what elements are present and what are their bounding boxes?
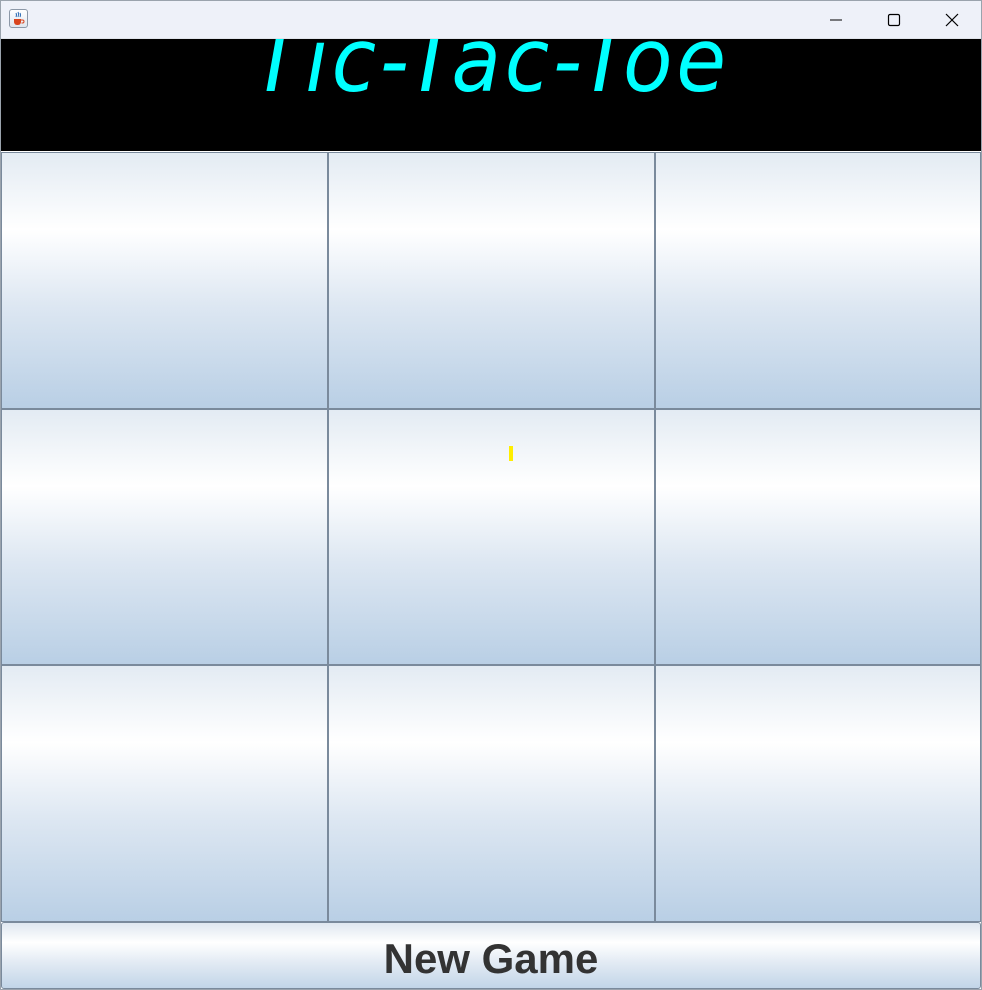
close-button[interactable]	[923, 1, 981, 38]
game-window: Tic-Tac-Toe New Game	[0, 0, 982, 990]
cell-r3-c1[interactable]	[1, 665, 328, 922]
cell-mark	[2, 153, 327, 408]
cell-r2-c3[interactable]	[655, 409, 981, 665]
cell-r2-c2[interactable]	[328, 409, 655, 665]
cell-mark	[2, 666, 327, 921]
game-board	[1, 152, 981, 922]
minimize-icon	[830, 19, 842, 21]
cell-r1-c3[interactable]	[655, 152, 981, 409]
mouse-cursor-marker	[509, 446, 513, 461]
cell-r3-c2[interactable]	[328, 665, 655, 922]
cell-r1-c2[interactable]	[328, 152, 655, 409]
cell-mark	[329, 153, 654, 408]
title-bar[interactable]	[1, 1, 981, 39]
cell-r2-c1[interactable]	[1, 409, 328, 665]
close-icon	[945, 13, 959, 27]
cell-r3-c3[interactable]	[655, 665, 981, 922]
cell-mark	[656, 153, 980, 408]
cell-mark	[329, 410, 654, 664]
cell-mark	[656, 410, 980, 664]
java-coffee-cup-icon[interactable]	[9, 9, 28, 28]
new-game-button[interactable]: New Game	[1, 922, 981, 989]
maximize-button[interactable]	[865, 1, 923, 38]
cell-mark	[656, 666, 980, 921]
minimize-button[interactable]	[807, 1, 865, 38]
maximize-icon	[887, 13, 901, 27]
title-banner: Tic-Tac-Toe	[1, 39, 981, 151]
cell-r1-c1[interactable]	[1, 152, 328, 409]
cell-mark	[2, 410, 327, 664]
game-title: Tic-Tac-Toe	[252, 39, 730, 112]
cell-mark	[329, 666, 654, 921]
